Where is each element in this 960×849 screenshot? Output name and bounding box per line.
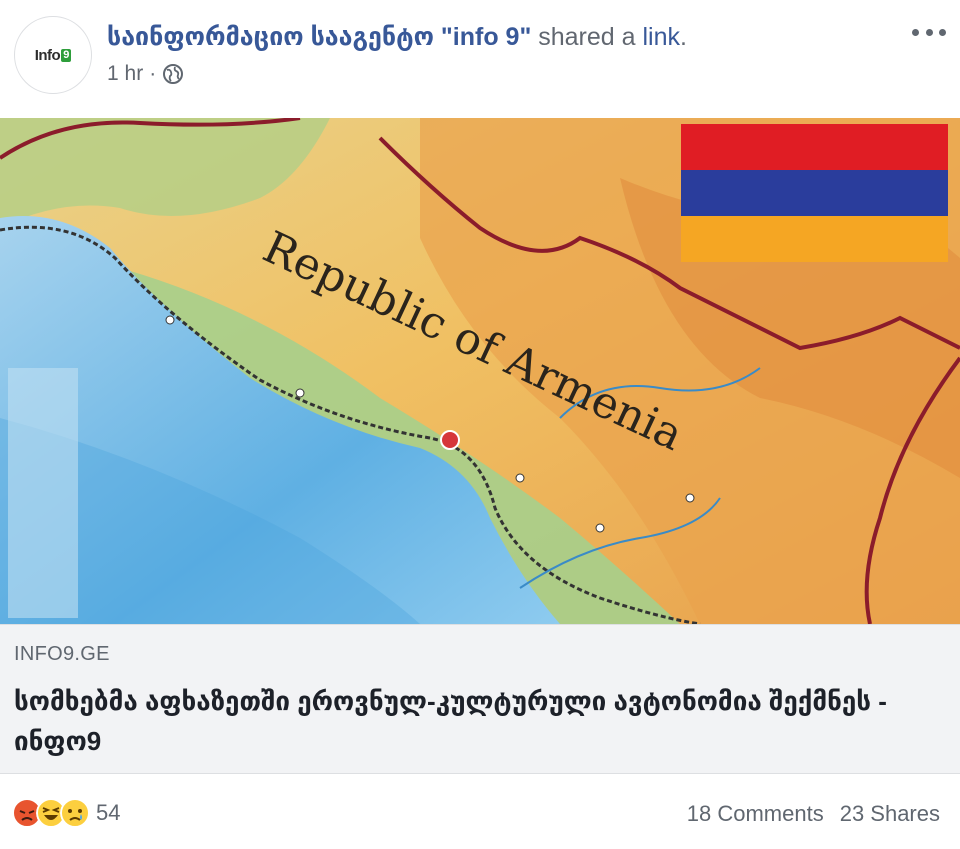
reaction-count[interactable]: 54 xyxy=(96,800,120,826)
period: . xyxy=(680,23,687,51)
sad-reaction-icon xyxy=(60,798,90,828)
post-footer: 54 18 Comments 23 Shares xyxy=(0,774,960,849)
more-options-button[interactable] xyxy=(912,22,946,42)
post-meta: 1 hr · xyxy=(107,62,184,86)
map-city-marker xyxy=(685,493,695,503)
link-domain: INFO9.GE xyxy=(14,643,110,665)
post-header: Info 9 საინფორმაციო სააგენტო "info 9" sha… xyxy=(0,0,960,118)
map-city-marker xyxy=(595,523,605,533)
shared-link[interactable]: link xyxy=(642,23,680,51)
more-dot-icon xyxy=(912,28,919,36)
page-avatar[interactable]: Info 9 xyxy=(14,16,92,94)
page-name-link[interactable]: საინფორმაციო სააგენტო "info 9" xyxy=(107,23,531,51)
more-dot-icon xyxy=(939,28,946,36)
engagement-counts: 18 Comments 23 Shares xyxy=(687,801,940,827)
comments-count-link[interactable]: 18 Comments xyxy=(687,801,824,827)
more-dot-icon xyxy=(925,28,933,36)
map-city-marker xyxy=(165,315,175,325)
shared-text: shared a xyxy=(531,23,643,51)
reactions-summary[interactable]: 54 xyxy=(12,798,120,828)
post-header-line: საინფორმაციო სააგენტო "info 9" shared a … xyxy=(107,22,687,52)
shares-count-link[interactable]: 23 Shares xyxy=(840,801,940,827)
avatar-logo-text: Info xyxy=(34,46,61,64)
armenian-flag-icon xyxy=(681,124,948,262)
link-preview-image[interactable]: Republic of Armenia xyxy=(0,118,960,624)
globe-icon[interactable] xyxy=(162,63,184,85)
armenia-map-image: Republic of Armenia xyxy=(0,118,960,624)
link-title[interactable]: სომხებმა აფხაზეთში ეროვნულ-კულტურული ავტ… xyxy=(14,681,914,761)
link-caption[interactable]: INFO9.GE სომხებმა აფხაზეთში ეროვნულ-კულტ… xyxy=(0,624,960,774)
map-city-marker xyxy=(515,473,525,483)
avatar-logo-badge: 9 xyxy=(61,48,72,62)
map-city-marker xyxy=(440,430,460,450)
map-city-marker xyxy=(295,388,305,398)
meta-separator: · xyxy=(149,62,157,85)
post-time[interactable]: 1 hr xyxy=(107,62,143,86)
map-legend xyxy=(8,368,78,618)
